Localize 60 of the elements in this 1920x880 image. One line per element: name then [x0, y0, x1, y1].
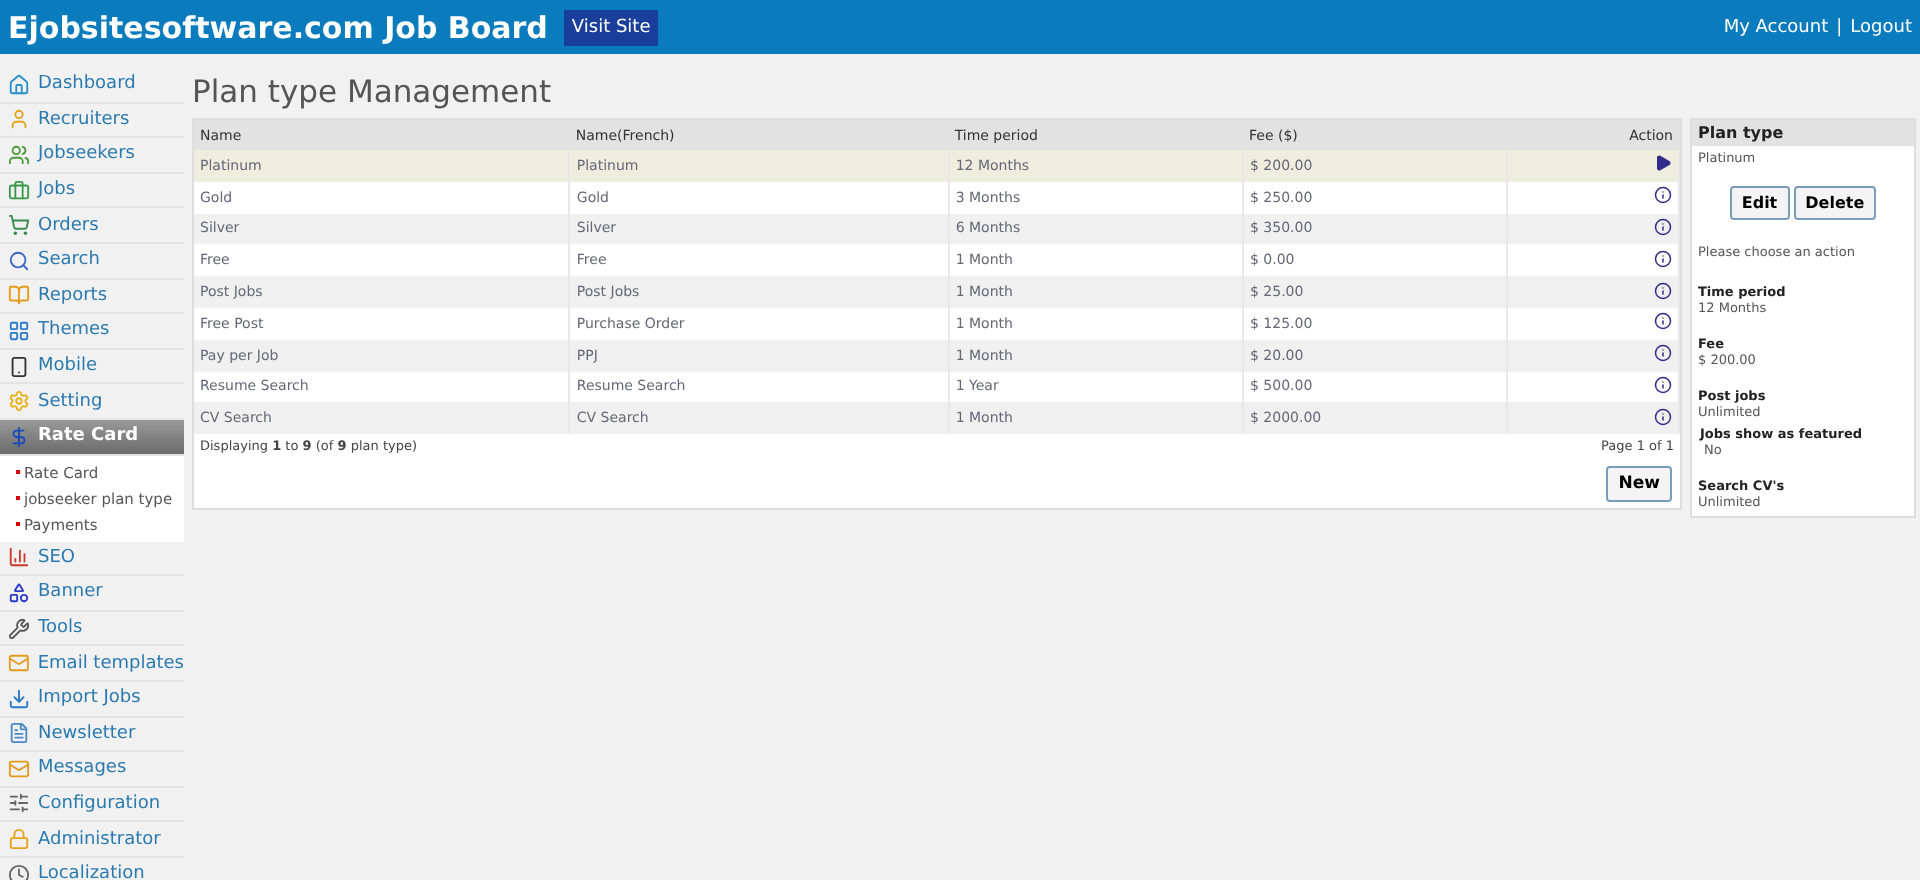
- play-icon[interactable]: [1654, 154, 1672, 173]
- site-title: Ejobsitesoftware.com Job Board: [8, 9, 548, 45]
- delete-button[interactable]: Delete: [1793, 186, 1877, 220]
- sidebar-item[interactable]: Reports: [0, 279, 184, 315]
- info-icon[interactable]: [1654, 281, 1672, 300]
- mail-icon: [8, 757, 30, 780]
- page-title: Plan type Management: [192, 74, 554, 110]
- sidebar-item[interactable]: Themes: [0, 314, 184, 350]
- sidebar-item[interactable]: Configuration: [0, 787, 184, 823]
- sidebar-item[interactable]: Jobseekers: [0, 138, 184, 174]
- sidebar-item[interactable]: Orders: [0, 208, 184, 244]
- clock-icon: [8, 863, 30, 880]
- info-icon[interactable]: [1654, 217, 1672, 236]
- dollar-icon: [8, 425, 30, 448]
- sidebar-item[interactable]: Administrator: [0, 822, 184, 858]
- briefcase-icon: [8, 179, 30, 202]
- gear-icon: [8, 390, 30, 413]
- info-icon[interactable]: [1654, 344, 1672, 363]
- panel-title: Plan type: [1692, 120, 1914, 146]
- sidebar-item[interactable]: Banner: [0, 576, 184, 612]
- mail-icon: [8, 652, 30, 675]
- sidebar-item[interactable]: Messages: [0, 752, 184, 788]
- sidebar-item[interactable]: Localization: [0, 857, 184, 880]
- home-icon: [8, 73, 30, 96]
- document-icon: [8, 722, 30, 745]
- sliders-icon: [8, 792, 30, 815]
- phone-icon: [8, 355, 30, 378]
- user-icon: [8, 108, 30, 131]
- sidebar-item[interactable]: Tools: [0, 611, 184, 647]
- header-link[interactable]: Logout: [1850, 17, 1912, 37]
- header-link[interactable]: My Account: [1723, 17, 1829, 37]
- sidebar-item[interactable]: Search: [0, 243, 184, 280]
- bar-chart-icon: [8, 546, 30, 569]
- book-icon: [8, 284, 30, 307]
- sidebar-item[interactable]: Recruiters: [0, 103, 184, 139]
- shapes-icon: [8, 581, 30, 604]
- info-icon[interactable]: [1654, 312, 1672, 331]
- sidebar-item[interactable]: Rate Card: [0, 419, 184, 456]
- edit-button[interactable]: Edit: [1729, 186, 1790, 220]
- sidebar-item[interactable]: Email templates: [0, 646, 184, 682]
- search-icon: [8, 249, 30, 272]
- users-icon: [8, 143, 30, 166]
- link-separator: |: [1836, 17, 1843, 37]
- sidebar-item[interactable]: Mobile: [0, 349, 184, 385]
- info-icon[interactable]: [1654, 407, 1672, 426]
- grid-icon: [8, 319, 30, 342]
- sidebar-item[interactable]: Jobs: [0, 173, 184, 209]
- lock-icon: [8, 828, 30, 851]
- sidebar-item[interactable]: Import Jobs: [0, 681, 184, 717]
- wrench-icon: [8, 617, 30, 640]
- new-button[interactable]: New: [1606, 466, 1672, 503]
- download-icon: [8, 687, 30, 710]
- sidebar-item[interactable]: SEO: [0, 541, 184, 577]
- cart-icon: [8, 214, 30, 237]
- sidebar-item[interactable]: Dashboard: [0, 68, 184, 104]
- visit-site-button[interactable]: Visit Site: [563, 9, 659, 45]
- info-icon[interactable]: [1654, 186, 1672, 205]
- info-icon[interactable]: [1654, 249, 1672, 268]
- info-icon[interactable]: [1654, 375, 1672, 394]
- sidebar-item[interactable]: Newsletter: [0, 717, 184, 753]
